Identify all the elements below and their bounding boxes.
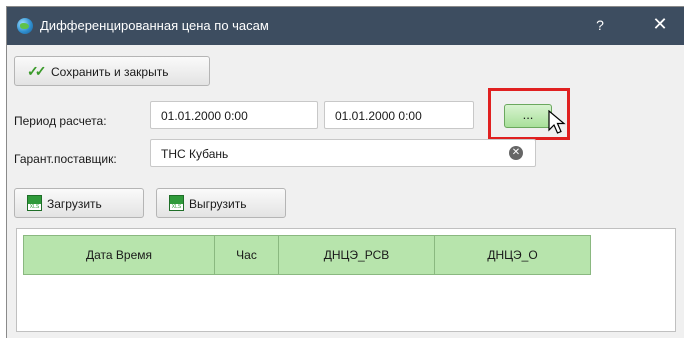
select-period-label: ...	[522, 107, 534, 122]
column-header-hour[interactable]: Час	[215, 235, 279, 275]
close-button[interactable]: ✕	[650, 14, 670, 35]
data-table[interactable]: Дата Время Час ДНЦЭ_РСВ ДНЦЭ_О	[16, 228, 676, 332]
excel-icon	[27, 195, 42, 211]
column-header-dnce-rsv[interactable]: ДНЦЭ_РСВ	[279, 235, 435, 275]
date-to-value: 01.01.2000 0:00	[335, 109, 422, 123]
clear-icon[interactable]: ✕	[509, 146, 523, 160]
supplier-value: ТНС Кубань	[161, 147, 229, 161]
load-button[interactable]: Загрузить	[14, 188, 144, 218]
select-period-button[interactable]: ...	[504, 104, 552, 128]
column-header-datetime[interactable]: Дата Время	[23, 235, 215, 275]
title-bar: Дифференцированная цена по часам ? ✕	[7, 7, 684, 45]
supplier-label: Гарант.поставщик:	[14, 152, 117, 166]
globe-icon	[17, 18, 33, 34]
date-from-field[interactable]: 01.01.2000 0:00	[150, 101, 318, 129]
column-header-dnce-o[interactable]: ДНЦЭ_О	[435, 235, 591, 275]
supplier-field[interactable]: ТНС Кубань ✕	[150, 139, 536, 167]
table-header: Дата Время Час ДНЦЭ_РСВ ДНЦЭ_О	[23, 235, 591, 275]
save-and-close-button[interactable]: ✓✓ Сохранить и закрыть	[14, 56, 210, 86]
unload-label: Выгрузить	[189, 197, 247, 211]
period-label: Период расчета:	[14, 114, 107, 128]
excel-icon	[169, 195, 184, 211]
help-button[interactable]: ?	[591, 17, 609, 33]
load-label: Загрузить	[47, 197, 102, 211]
date-from-value: 01.01.2000 0:00	[161, 109, 248, 123]
date-to-field[interactable]: 01.01.2000 0:00	[324, 101, 474, 129]
check-icon: ✓✓	[27, 63, 47, 79]
mouse-cursor-icon	[548, 110, 566, 134]
save-and-close-label: Сохранить и закрыть	[51, 65, 169, 79]
window-title: Дифференцированная цена по часам	[40, 18, 269, 33]
unload-button[interactable]: Выгрузить	[156, 188, 286, 218]
